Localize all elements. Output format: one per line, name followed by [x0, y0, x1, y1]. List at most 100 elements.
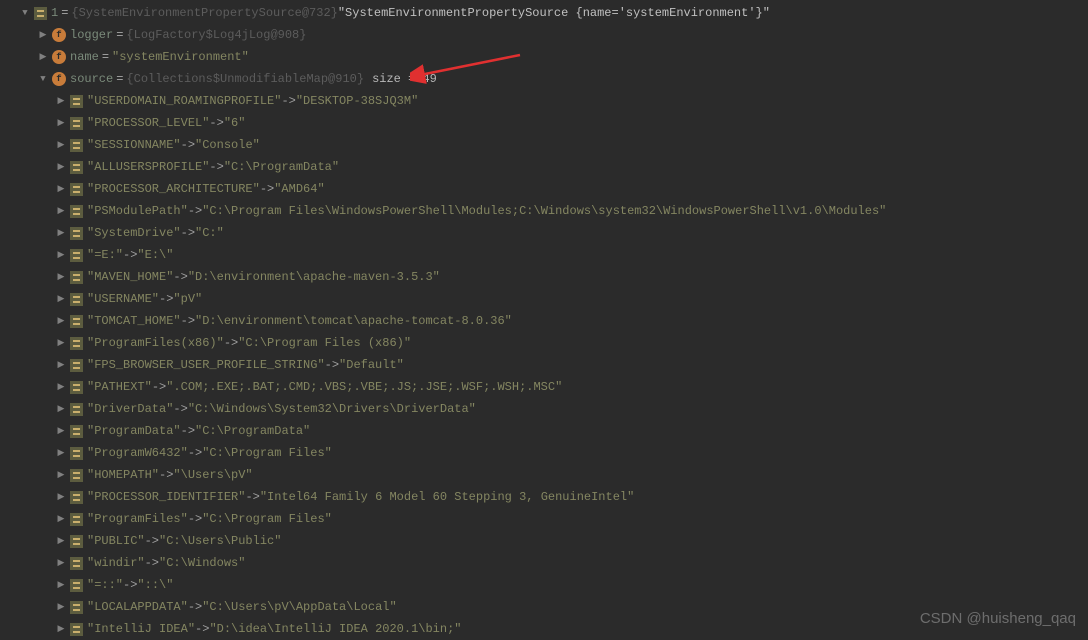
tree-row-entry[interactable]: ▶"PUBLIC" -> "C:\Users\Public" [0, 530, 1088, 552]
expand-icon[interactable]: ▶ [54, 248, 68, 262]
map-value: "C:\ProgramData" [195, 424, 310, 438]
tree-row-entry[interactable]: ▶"USERNAME" -> "pV" [0, 288, 1088, 310]
expand-icon[interactable]: ▶ [54, 468, 68, 482]
entry-icon [70, 117, 83, 130]
expand-icon[interactable]: ▶ [54, 424, 68, 438]
expand-icon[interactable]: ▶ [54, 622, 68, 636]
map-arrow: -> [173, 402, 187, 416]
tree-row-entry[interactable]: ▶"ProgramFiles(x86)" -> "C:\Program File… [0, 332, 1088, 354]
tree-row-name[interactable]: ▶fname = "systemEnvironment" [0, 46, 1088, 68]
entry-icon [70, 403, 83, 416]
expand-icon[interactable]: ▶ [54, 292, 68, 306]
tree-row-entry[interactable]: ▶"windir" -> "C:\Windows" [0, 552, 1088, 574]
expand-icon[interactable]: ▶ [54, 182, 68, 196]
map-key: "TOMCAT_HOME" [87, 314, 181, 328]
map-key: "ProgramFiles" [87, 512, 188, 526]
map-arrow: -> [209, 116, 223, 130]
entry-icon [70, 337, 83, 350]
map-arrow: -> [145, 534, 159, 548]
expand-icon[interactable]: ▶ [54, 226, 68, 240]
map-value: "6" [224, 116, 246, 130]
map-key: "MAVEN_HOME" [87, 270, 173, 284]
tree-row-entry[interactable]: ▶"PATHEXT" -> ".COM;.EXE;.BAT;.CMD;.VBS;… [0, 376, 1088, 398]
entry-icon [70, 139, 83, 152]
expand-icon[interactable]: ▶ [54, 358, 68, 372]
tree-row-root[interactable]: ▼1 = {SystemEnvironmentPropertySource@73… [0, 2, 1088, 24]
expand-icon[interactable]: ▶ [54, 534, 68, 548]
tree-row-entry[interactable]: ▶"TOMCAT_HOME" -> "D:\environment\tomcat… [0, 310, 1088, 332]
expand-icon[interactable]: ▶ [54, 446, 68, 460]
expand-icon[interactable]: ▶ [54, 600, 68, 614]
expand-icon[interactable]: ▶ [54, 204, 68, 218]
field-name: source [70, 72, 113, 86]
tree-row-entry[interactable]: ▶"ALLUSERSPROFILE" -> "C:\ProgramData" [0, 156, 1088, 178]
map-value: "D:\idea\IntelliJ IDEA 2020.1\bin;" [209, 622, 461, 636]
tree-row-entry[interactable]: ▶"HOMEPATH" -> "\Users\pV" [0, 464, 1088, 486]
expand-icon[interactable]: ▶ [54, 270, 68, 284]
map-key: "ProgramW6432" [87, 446, 188, 460]
expand-icon[interactable]: ▶ [54, 160, 68, 174]
map-arrow: -> [209, 160, 223, 174]
expand-icon[interactable]: ▶ [54, 490, 68, 504]
map-value: "C:\Users\pV\AppData\Local" [202, 600, 396, 614]
tree-row-entry[interactable]: ▶"MAVEN_HOME" -> "D:\environment\apache-… [0, 266, 1088, 288]
object-ref: {Collections$UnmodifiableMap@910} [126, 72, 364, 86]
expand-icon[interactable]: ▶ [54, 116, 68, 130]
tree-row-entry[interactable]: ▶"SystemDrive" -> "C:" [0, 222, 1088, 244]
tree-row-entry[interactable]: ▶"USERDOMAIN_ROAMINGPROFILE" -> "DESKTOP… [0, 90, 1088, 112]
map-arrow: -> [123, 248, 137, 262]
expand-icon[interactable]: ▶ [54, 336, 68, 350]
entry-icon [70, 293, 83, 306]
tree-row-entry[interactable]: ▶"PROCESSOR_LEVEL" -> "6" [0, 112, 1088, 134]
tree-row-entry[interactable]: ▶"ProgramW6432" -> "C:\Program Files" [0, 442, 1088, 464]
map-arrow: -> [173, 270, 187, 284]
expand-icon[interactable]: ▶ [36, 28, 50, 42]
tree-row-logger[interactable]: ▶flogger = {LogFactory$Log4jLog@908} [0, 24, 1088, 46]
tree-row-entry[interactable]: ▶"PROCESSOR_IDENTIFIER" -> "Intel64 Fami… [0, 486, 1088, 508]
map-value: "C:\Windows\System32\Drivers\DriverData" [188, 402, 476, 416]
map-value: "Default" [339, 358, 404, 372]
map-key: "windir" [87, 556, 145, 570]
expand-icon[interactable]: ▶ [54, 380, 68, 394]
map-key: "ALLUSERSPROFILE" [87, 160, 209, 174]
map-arrow: -> [325, 358, 339, 372]
expand-icon[interactable]: ▶ [54, 402, 68, 416]
field-name: name [70, 50, 99, 64]
map-key: "HOMEPATH" [87, 468, 159, 482]
map-value: "C:\Windows" [159, 556, 245, 570]
map-arrow: -> [281, 94, 295, 108]
tree-row-entry[interactable]: ▶ "SESSIONNAME" -> "Console" [0, 134, 1088, 156]
tree-row-entry[interactable]: ▶"PSModulePath" -> "C:\Program Files\Win… [0, 200, 1088, 222]
entry-icon [70, 271, 83, 284]
expand-icon[interactable]: ▶ [54, 556, 68, 570]
expand-icon[interactable]: ▶ [54, 578, 68, 592]
tree-row-entry[interactable]: ▶"DriverData" -> "C:\Windows\System32\Dr… [0, 398, 1088, 420]
tree-row-entry[interactable]: ▶"ProgramData" -> "C:\ProgramData" [0, 420, 1088, 442]
map-value: "Console" [195, 138, 260, 152]
tree-row-entry[interactable]: ▶"ProgramFiles" -> "C:\Program Files" [0, 508, 1088, 530]
tree-row-entry[interactable]: ▶"FPS_BROWSER_USER_PROFILE_STRING" -> "D… [0, 354, 1088, 376]
field-icon: f [52, 72, 66, 86]
field-icon: f [52, 28, 66, 42]
expand-icon[interactable]: ▶ [54, 512, 68, 526]
map-arrow: -> [159, 468, 173, 482]
expand-icon[interactable]: ▼ [36, 72, 50, 86]
entry-icon [70, 183, 83, 196]
size-label: size = 49 [372, 72, 437, 86]
map-key: "SESSIONNAME" [87, 138, 181, 152]
tree-row-source[interactable]: ▼fsource = {Collections$UnmodifiableMap@… [0, 68, 1088, 90]
map-arrow: -> [152, 380, 166, 394]
expand-icon[interactable]: ▶ [36, 50, 50, 64]
expand-icon[interactable]: ▶ [54, 138, 68, 152]
expand-icon[interactable]: ▼ [18, 6, 32, 20]
map-arrow: -> [181, 138, 195, 152]
tree-row-entry[interactable]: ▶"=::" -> "::\" [0, 574, 1088, 596]
expand-icon[interactable]: ▶ [54, 94, 68, 108]
entry-icon [70, 425, 83, 438]
map-key: "=::" [87, 578, 123, 592]
tree-row-entry[interactable]: ▶"PROCESSOR_ARCHITECTURE" -> "AMD64" [0, 178, 1088, 200]
map-key: "IntelliJ IDEA" [87, 622, 195, 636]
expand-icon[interactable]: ▶ [54, 314, 68, 328]
map-value: "AMD64" [274, 182, 324, 196]
tree-row-entry[interactable]: ▶"=E:" -> "E:\" [0, 244, 1088, 266]
